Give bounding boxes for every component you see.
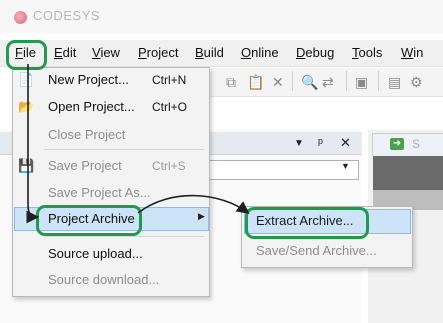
flow-arrows (26, 64, 250, 224)
arrow-file-to-archive (26, 64, 40, 224)
arrow-archive-to-extract (137, 194, 250, 214)
